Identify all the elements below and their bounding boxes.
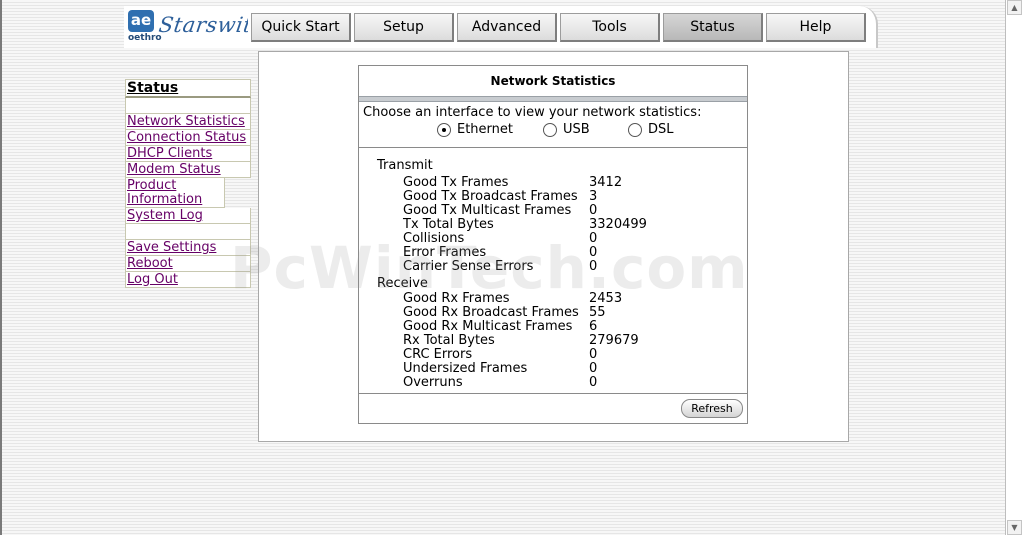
scroll-down-arrow-icon[interactable]: ▼: [1007, 520, 1022, 535]
scroll-up-arrow-icon[interactable]: ▲: [1007, 0, 1022, 15]
sidebar-item-label: Reboot: [127, 256, 173, 271]
transmit-stat-row: Good Tx Multicast Frames 0: [403, 204, 733, 218]
sidebar-item-modem-status[interactable]: Modem Status: [125, 162, 251, 178]
sidebar-item-log-out[interactable]: Log Out: [125, 272, 251, 288]
stat-value: 0: [589, 231, 598, 246]
radio-ethernet[interactable]: Ethernet: [437, 122, 513, 137]
sidebar-spacer: [125, 224, 251, 240]
sidebar-item-product-information[interactable]: Product Information: [125, 178, 225, 208]
sidebar-item-label: DHCP Clients: [127, 146, 213, 161]
stat-label: Good Rx Broadcast Frames: [403, 305, 579, 320]
stat-value: 0: [589, 203, 598, 218]
radio-unchecked-icon[interactable]: [543, 122, 557, 137]
stat-label: Error Frames: [403, 245, 487, 260]
sidebar-item-save-settings[interactable]: Save Settings: [125, 240, 251, 256]
radio-label: Ethernet: [457, 122, 513, 137]
stat-label: Good Rx Frames: [403, 291, 510, 306]
sidebar-item-label: Product Information: [127, 178, 203, 207]
interface-prompt: Choose an interface to view your network…: [363, 105, 702, 120]
sidebar-item-system-log[interactable]: System Log: [125, 208, 251, 224]
stat-value: 3412: [589, 175, 623, 190]
sidebar-nav: Status Network Statistics Connection Sta…: [125, 79, 251, 288]
stat-value: 279679: [589, 333, 639, 348]
stat-value: 0: [589, 259, 598, 274]
brand-logo: ae oethro Starswitch: [124, 6, 280, 48]
sidebar-item-label: Save Settings: [127, 240, 217, 255]
sidebar-item-label: Network Statistics: [127, 114, 245, 129]
sidebar-item-connection-status[interactable]: Connection Status: [125, 130, 251, 146]
tab-status[interactable]: Status: [663, 13, 763, 42]
stat-label: Rx Total Bytes: [403, 333, 495, 348]
receive-stat-row: Rx Total Bytes 279679: [403, 334, 733, 348]
window-frame-left: [0, 0, 2, 535]
stat-value: 0: [589, 347, 598, 362]
transmit-stat-row: Good Tx Frames 3412: [403, 176, 733, 190]
sidebar-item-label: System Log: [127, 208, 203, 223]
sidebar-item-reboot[interactable]: Reboot: [125, 256, 251, 272]
receive-stat-row: Good Rx Broadcast Frames 55: [403, 306, 733, 320]
receive-stat-row: Overruns 0: [403, 376, 733, 390]
sidebar-item-label: Log Out: [127, 272, 178, 287]
panel-title: Network Statistics: [490, 74, 616, 88]
transmit-stat-row: Good Tx Broadcast Frames 3: [403, 190, 733, 204]
transmit-stat-row: Error Frames 0: [403, 246, 733, 260]
tab-tools[interactable]: Tools: [560, 13, 660, 42]
stat-value: 6: [589, 319, 598, 334]
stat-value: 0: [589, 375, 598, 390]
tab-help[interactable]: Help: [766, 13, 866, 42]
stat-label: Good Tx Frames: [403, 175, 509, 190]
tab-advanced[interactable]: Advanced: [457, 13, 557, 42]
sidebar-item-label: Modem Status: [127, 162, 221, 177]
tab-quick-start[interactable]: Quick Start: [251, 13, 351, 42]
stat-label: Good Tx Multicast Frames: [403, 203, 572, 218]
refresh-button[interactable]: Refresh: [681, 399, 743, 418]
sidebar-heading: Status: [125, 79, 251, 98]
radio-label: USB: [563, 122, 590, 137]
transmit-stat-row: Collisions 0: [403, 232, 733, 246]
interface-chooser: Choose an interface to view your network…: [359, 102, 747, 148]
logo-mark-icon: ae: [128, 10, 154, 32]
sidebar-item-label: Connection Status: [127, 130, 247, 145]
stat-value: 3320499: [589, 217, 647, 232]
interface-radio-group: Ethernet USB DSL: [363, 122, 747, 140]
stat-value: 55: [589, 305, 606, 320]
stat-value: 3: [589, 189, 598, 204]
receive-heading: Receive: [377, 276, 428, 291]
receive-stat-row: Good Rx Frames 2453: [403, 292, 733, 306]
radio-usb[interactable]: USB: [543, 122, 590, 137]
sidebar-item-dhcp-clients[interactable]: DHCP Clients: [125, 146, 251, 162]
radio-unchecked-icon[interactable]: [628, 122, 642, 137]
stat-value: 0: [589, 361, 598, 376]
stat-label: Good Tx Broadcast Frames: [403, 189, 578, 204]
footer-divider: [359, 393, 747, 394]
stat-label: Undersized Frames: [403, 361, 528, 376]
receive-stat-row: Undersized Frames 0: [403, 362, 733, 376]
radio-label: DSL: [648, 122, 674, 137]
stat-value: 2453: [589, 291, 623, 306]
transmit-stat-row: Tx Total Bytes 3320499: [403, 218, 733, 232]
stat-label: Carrier Sense Errors: [403, 259, 534, 274]
stat-value: 0: [589, 245, 598, 260]
receive-stat-row: CRC Errors 0: [403, 348, 733, 362]
tab-setup[interactable]: Setup: [354, 13, 454, 42]
receive-stat-row: Good Rx Multicast Frames 6: [403, 320, 733, 334]
stat-label: Good Rx Multicast Frames: [403, 319, 573, 334]
stat-label: Collisions: [403, 231, 465, 246]
network-statistics-panel: Network Statistics Choose an interface t…: [358, 65, 748, 424]
stat-label: Overruns: [403, 375, 463, 390]
transmit-stat-row: Carrier Sense Errors 0: [403, 260, 733, 274]
radio-dsl[interactable]: DSL: [628, 122, 674, 137]
sidebar-spacer: [125, 98, 251, 114]
main-tab-bar: Quick Start Setup Advanced Tools Status …: [248, 6, 878, 48]
vertical-scrollbar[interactable]: ▲ ▼: [1005, 0, 1022, 535]
transmit-heading: Transmit: [377, 158, 433, 173]
stat-label: CRC Errors: [403, 347, 473, 362]
radio-checked-icon[interactable]: [437, 122, 451, 137]
sidebar-item-network-statistics[interactable]: Network Statistics: [125, 114, 251, 130]
stat-label: Tx Total Bytes: [403, 217, 494, 232]
